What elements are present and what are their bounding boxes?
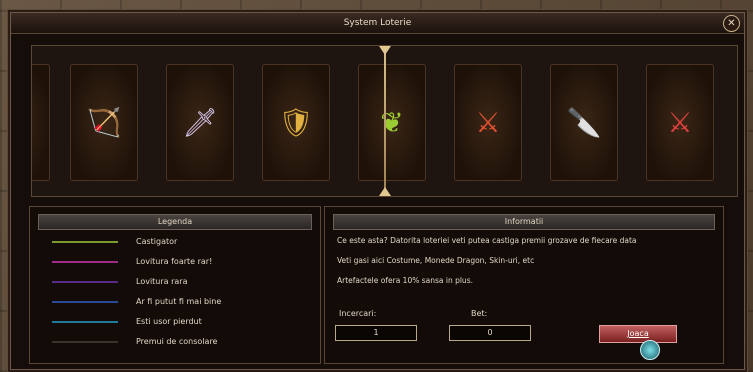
play-button[interactable]: Joaca [599,325,677,343]
legend-row: Lovitura rara [52,276,312,288]
ornate-shield-icon: 🛡 [278,106,314,139]
dagger-icon: 🗡 [182,106,218,139]
lottery-window: System Loterie ✕ 🏹 🗡 🛡 ❦ ⚔ 🔪 ⚔ Legenda C… [10,12,745,370]
legend-row: Premui de consolare [52,336,312,348]
reel-slot-6: 🔪 [550,64,618,181]
silver-blade-icon: 🔪 [566,106,602,139]
legend-label: Lovitura foarte rar! [136,257,213,266]
reel-slot-7: ⚔ [646,64,714,181]
legend-label: Castigator [136,237,178,246]
legend-line-winner [52,241,118,243]
reel-marker-line [384,46,386,196]
close-icon: ✕ [727,18,736,29]
legend-row: Lovitura foarte rar! [52,256,312,268]
legend-row: Ar fi putut fi mai bine [52,296,312,308]
legend-line-could-be-better [52,301,118,303]
reel-slot-1: 🏹 [70,64,138,181]
marker-arrow-up-icon [379,187,391,196]
window-title: System Loterie [343,18,412,28]
info-text-line: Veti gasi aici Costume, Monede Dragon, S… [337,256,535,265]
reel-slot-4: ❦ [358,64,426,181]
window-titlebar[interactable]: System Loterie ✕ [11,13,744,34]
red-spear-icon: ⚔ [667,106,693,139]
bet-label: Bet: [471,309,488,318]
reel-slot-3: 🛡 [262,64,330,181]
info-header: Informatii [333,214,715,230]
legend-label: Esti usor pierdut [136,317,202,326]
legend-row: Castigator [52,236,312,248]
reel-slot-5: ⚔ [454,64,522,181]
reel-slot-partial [32,64,50,181]
close-button[interactable]: ✕ [723,15,740,32]
legend-panel: Legenda Castigator Lovitura foarte rar! … [29,206,321,364]
info-text-line: Ce este asta? Datorita loteriei veti put… [337,236,637,245]
tries-input[interactable] [335,325,417,341]
cursor-icon [640,340,660,360]
legend-label: Lovitura rara [136,277,188,286]
tries-label: Incercari: [339,309,377,318]
red-sword-icon: ⚔ [475,106,501,139]
info-panel: Informatii Ce este asta? Datorita loteri… [324,206,724,364]
prize-reel: 🏹 🗡 🛡 ❦ ⚔ 🔪 ⚔ [31,45,738,197]
legend-line-rare [52,281,118,283]
bet-input[interactable] [449,325,531,341]
legend-row: Esti usor pierdut [52,316,312,328]
info-text-line: Artefactele ofera 10% sansa in plus. [337,276,473,285]
legend-label: Ar fi putut fi mai bine [136,297,222,306]
legend-line-very-rare [52,261,118,263]
legend-header: Legenda [38,214,312,230]
legend-line-consolation [52,341,118,343]
legend-label: Premui de consolare [136,337,218,346]
legend-line-slightly-lost [52,321,118,323]
marker-arrow-down-icon [379,46,391,55]
blue-bow-icon: 🏹 [86,106,122,139]
reel-slot-2: 🗡 [166,64,234,181]
